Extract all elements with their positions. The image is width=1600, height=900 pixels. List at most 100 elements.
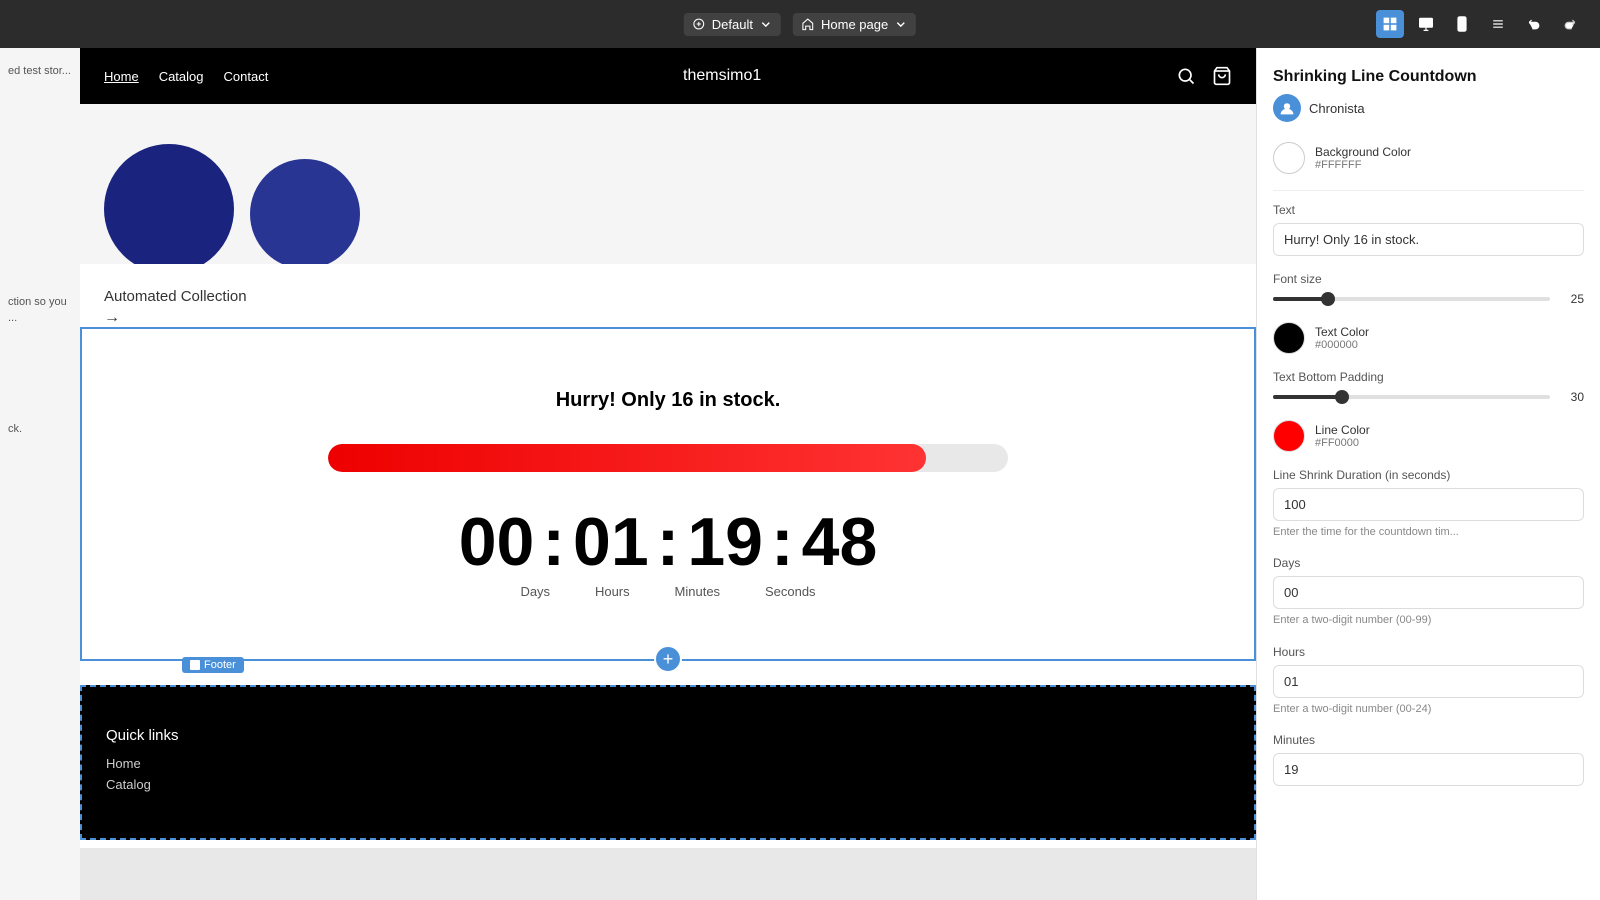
padding-label: Text Bottom Padding	[1273, 370, 1584, 384]
nav-link-catalog[interactable]: Catalog	[159, 69, 204, 84]
product-images-row	[80, 104, 1256, 264]
main-area: ed test stor... ction so you ... ck. Hom…	[0, 48, 1600, 900]
automated-collection: Automated Collection →	[80, 264, 1256, 327]
line-color-label: Line Color	[1315, 423, 1370, 437]
font-size-track[interactable]	[1273, 297, 1550, 301]
background-color-swatch[interactable]	[1273, 142, 1305, 174]
footer-badge[interactable]: Footer	[182, 657, 244, 673]
days-label: Days	[1273, 556, 1584, 570]
days-row: Days Enter a two-digit number (00-99)	[1273, 556, 1584, 628]
minutes-label: Minutes	[1273, 733, 1584, 747]
grid-view-button[interactable]	[1376, 10, 1404, 38]
author-avatar	[1273, 94, 1301, 122]
right-panel: Shrinking Line Countdown Chronista Backg…	[1256, 48, 1600, 900]
line-color-hex: #FF0000	[1315, 437, 1370, 449]
text-color-swatch[interactable]	[1273, 322, 1305, 354]
days-help: Enter a two-digit number (00-99)	[1273, 613, 1584, 628]
mobile-view-button[interactable]	[1448, 10, 1476, 38]
background-color-hex: #FFFFFF	[1315, 159, 1411, 171]
days-input[interactable]	[1273, 576, 1584, 609]
undo-button[interactable]	[1520, 10, 1548, 38]
text-color-label: Text Color	[1315, 325, 1369, 339]
desktop-view-button[interactable]	[1412, 10, 1440, 38]
padding-value: 30	[1560, 390, 1584, 404]
store-nav: Home Catalog Contact themsimo1	[80, 48, 1256, 104]
footer-link-catalog[interactable]: Catalog	[106, 777, 1230, 792]
timer-colon-1: :	[542, 508, 565, 576]
countdown-section[interactable]: Hurry! Only 16 in stock. 00 : 01 : 19 : …	[80, 327, 1256, 661]
timer-label-hours: Hours	[595, 584, 630, 599]
text-setting-row: Text	[1273, 203, 1584, 256]
text-input-field[interactable]	[1273, 223, 1584, 256]
more-button[interactable]	[1484, 10, 1512, 38]
cart-icon[interactable]	[1212, 66, 1232, 86]
store-nav-links: Home Catalog Contact	[104, 69, 268, 84]
minutes-row: Minutes	[1273, 733, 1584, 786]
author-name: Chronista	[1309, 101, 1365, 116]
left-strip-text-3: ck.	[0, 414, 80, 445]
left-strip: ed test stor... ction so you ... ck.	[0, 48, 80, 900]
shrink-duration-help: Enter the time for the countdown tim...	[1273, 525, 1584, 540]
canvas-area: Home Catalog Contact themsimo1 Automated…	[80, 48, 1256, 900]
background-color-row: Background Color #FFFFFF	[1273, 142, 1584, 174]
product-circle-1	[104, 144, 234, 264]
timer-colon-2: :	[657, 508, 680, 576]
timer-seconds: 48	[802, 508, 878, 576]
text-color-hex: #000000	[1315, 339, 1369, 351]
default-dropdown[interactable]: Default	[684, 13, 781, 36]
store-nav-icons	[1176, 66, 1232, 86]
background-color-info: Background Color #FFFFFF	[1315, 145, 1411, 171]
hours-help: Enter a two-digit number (00-24)	[1273, 702, 1584, 717]
timer-hours: 01	[573, 508, 649, 576]
footer-link-home[interactable]: Home	[106, 756, 1230, 771]
padding-slider-row: 30	[1273, 390, 1584, 404]
product-circle-2	[250, 159, 360, 264]
panel-author: Chronista	[1273, 94, 1584, 122]
timer-label-seconds: Seconds	[765, 584, 816, 599]
ac-title: Automated Collection	[104, 288, 247, 305]
nav-link-contact[interactable]: Contact	[224, 69, 269, 84]
toolbar-right	[1376, 10, 1584, 38]
line-color-swatch[interactable]	[1273, 420, 1305, 452]
timer-label-days: Days	[520, 584, 550, 599]
ac-arrow: →	[104, 309, 247, 327]
padding-track[interactable]	[1273, 395, 1550, 399]
hours-input[interactable]	[1273, 665, 1584, 698]
toolbar-center: Default Home page	[684, 13, 916, 36]
search-icon[interactable]	[1176, 66, 1196, 86]
shrink-duration-row: Line Shrink Duration (in seconds) Enter …	[1273, 468, 1584, 540]
footer-quick-links-title: Quick links	[106, 727, 1230, 744]
divider-1	[1273, 190, 1584, 191]
shrink-duration-input[interactable]	[1273, 488, 1584, 521]
footer-badge-label: Footer	[204, 659, 236, 671]
panel-title: Shrinking Line Countdown	[1273, 68, 1584, 86]
padding-row: Text Bottom Padding 30	[1273, 370, 1584, 404]
shrink-duration-label: Line Shrink Duration (in seconds)	[1273, 468, 1584, 482]
homepage-dropdown[interactable]: Home page	[793, 13, 916, 36]
timer-labels: Days Hours Minutes Seconds	[498, 584, 838, 599]
font-size-value: 25	[1560, 292, 1584, 306]
font-size-slider-row: 25	[1273, 292, 1584, 306]
countdown-title: Hurry! Only 16 in stock.	[556, 389, 781, 412]
top-toolbar: Default Home page	[0, 0, 1600, 48]
text-setting-label: Text	[1273, 203, 1584, 217]
add-section-button[interactable]: +	[654, 645, 682, 673]
progress-bar-container	[328, 444, 1008, 472]
timer-minutes: 19	[687, 508, 763, 576]
hours-row: Hours Enter a two-digit number (00-24)	[1273, 645, 1584, 717]
left-strip-text-1: ed test stor...	[0, 56, 80, 87]
automated-collection-left: Automated Collection →	[104, 288, 247, 327]
store-preview: Home Catalog Contact themsimo1 Automated…	[80, 48, 1256, 848]
line-color-info: Line Color #FF0000	[1315, 423, 1370, 449]
left-strip-text-2: ction so you ...	[0, 287, 80, 334]
timer-colon-3: :	[771, 508, 794, 576]
nav-link-home[interactable]: Home	[104, 69, 139, 84]
minutes-input[interactable]	[1273, 753, 1584, 786]
redo-button[interactable]	[1556, 10, 1584, 38]
text-color-info: Text Color #000000	[1315, 325, 1369, 351]
line-color-row: Line Color #FF0000	[1273, 420, 1584, 452]
store-footer: Quick links Home Catalog	[80, 685, 1256, 840]
default-label: Default	[712, 17, 753, 32]
progress-bar-fill	[328, 444, 926, 472]
store-brand: themsimo1	[683, 67, 761, 85]
